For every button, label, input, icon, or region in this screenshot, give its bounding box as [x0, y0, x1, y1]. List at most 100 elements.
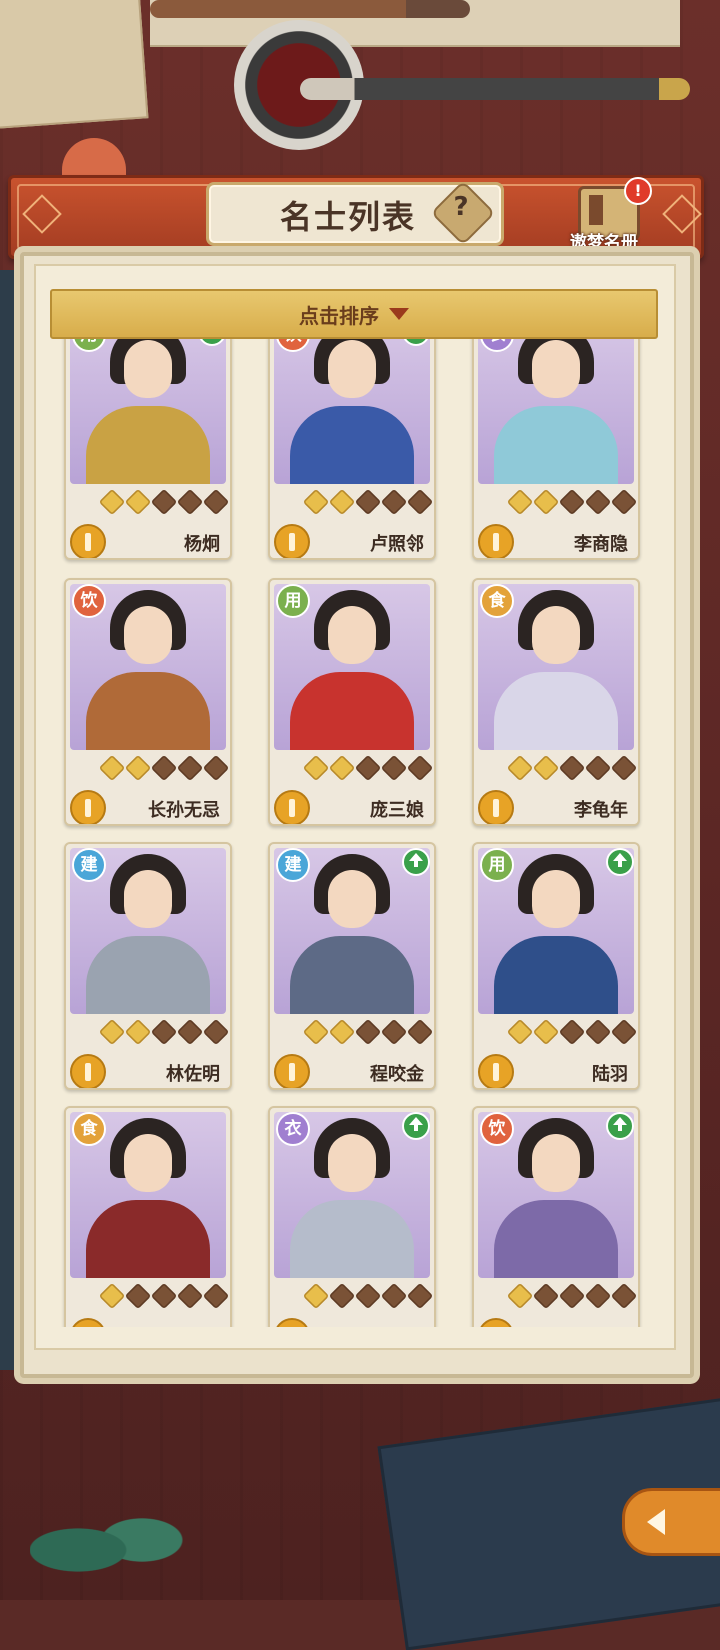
star-rating: [302, 488, 434, 516]
character-card[interactable]: 建林佐明: [64, 842, 232, 1090]
upgrade-arrow-icon: [606, 848, 634, 876]
star-empty-icon: [124, 1282, 152, 1310]
level-icon: [478, 790, 514, 824]
outfit-shape: [86, 672, 210, 750]
star-rating: [98, 488, 230, 516]
character-name: 庞三娘: [370, 800, 424, 821]
star-empty-icon: [176, 1282, 204, 1310]
outfit-shape: [494, 936, 618, 1014]
star-empty-icon: [202, 1018, 230, 1046]
star-filled-icon: [506, 1018, 534, 1046]
triangle-down-icon: [389, 308, 409, 320]
face-shape: [124, 1134, 172, 1192]
star-filled-icon: [302, 1282, 330, 1310]
face-shape: [124, 606, 172, 664]
star-empty-icon: [532, 1282, 560, 1310]
star-empty-icon: [610, 1282, 638, 1310]
star-rating: [98, 1018, 230, 1046]
upgrade-arrow-icon: [402, 1112, 430, 1140]
character-card[interactable]: 用陆羽: [472, 842, 640, 1090]
outfit-shape: [494, 672, 618, 750]
outfit-shape: [290, 406, 414, 484]
category-badge: 饮: [72, 584, 106, 618]
character-card[interactable]: 食李龟年: [472, 578, 640, 826]
character-card[interactable]: 用庞三娘: [268, 578, 436, 826]
star-filled-icon: [532, 754, 560, 782]
level-icon: [478, 524, 514, 558]
star-empty-icon: [406, 1282, 434, 1310]
star-rating: [98, 1282, 230, 1310]
question-icon[interactable]: ?: [449, 192, 473, 230]
star-empty-icon: [354, 488, 382, 516]
book-decoration: [0, 270, 20, 1370]
star-empty-icon: [558, 1282, 586, 1310]
sort-label: 点击排序: [299, 303, 379, 328]
character-name: 卢照邻: [370, 534, 424, 555]
level-icon: [70, 1054, 106, 1088]
star-filled-icon: [506, 754, 534, 782]
level-icon: [274, 790, 310, 824]
character-name: 长孙无忌: [148, 800, 220, 821]
category-badge: 食: [72, 1112, 106, 1146]
character-card[interactable]: 食: [64, 1106, 232, 1327]
star-empty-icon: [150, 1282, 178, 1310]
outfit-shape: [86, 936, 210, 1014]
face-shape: [532, 340, 580, 398]
face-shape: [124, 340, 172, 398]
star-empty-icon: [202, 1282, 230, 1310]
level-icon: [70, 790, 106, 824]
star-empty-icon: [150, 754, 178, 782]
star-empty-icon: [584, 1282, 612, 1310]
star-filled-icon: [124, 488, 152, 516]
star-empty-icon: [176, 754, 204, 782]
character-card[interactable]: 饮卢照邻: [268, 336, 436, 560]
star-filled-icon: [532, 1018, 560, 1046]
star-empty-icon: [380, 1018, 408, 1046]
face-shape: [328, 606, 376, 664]
brush-decoration: [150, 0, 470, 18]
category-badge: 食: [480, 584, 514, 618]
star-empty-icon: [176, 488, 204, 516]
star-filled-icon: [124, 754, 152, 782]
character-card[interactable]: 饮长孙无忌: [64, 578, 232, 826]
level-icon: [478, 1054, 514, 1088]
star-filled-icon: [328, 488, 356, 516]
category-badge: 建: [72, 848, 106, 882]
roster-book-label[interactable]: 遨梦名册: [570, 228, 638, 253]
star-empty-icon: [558, 488, 586, 516]
character-card[interactable]: 用杨炯: [64, 336, 232, 560]
level-icon: [274, 1054, 310, 1088]
star-rating: [506, 1282, 638, 1310]
star-rating: [98, 754, 230, 782]
star-empty-icon: [202, 488, 230, 516]
sort-button[interactable]: 点击排序: [50, 289, 658, 339]
star-empty-icon: [176, 1018, 204, 1046]
brush-decoration: [300, 78, 690, 100]
character-name: 林佐明: [166, 1064, 220, 1085]
star-empty-icon: [354, 1018, 382, 1046]
category-badge: 用: [480, 848, 514, 882]
star-empty-icon: [610, 754, 638, 782]
category-badge: 用: [276, 584, 310, 618]
star-empty-icon: [380, 754, 408, 782]
character-card[interactable]: 衣李商隐: [472, 336, 640, 560]
star-empty-icon: [584, 488, 612, 516]
star-empty-icon: [380, 1282, 408, 1310]
character-card[interactable]: 建程咬金: [268, 842, 436, 1090]
star-filled-icon: [124, 1018, 152, 1046]
upgrade-arrow-icon: [606, 1112, 634, 1140]
star-empty-icon: [380, 488, 408, 516]
return-button[interactable]: [622, 1488, 720, 1556]
star-filled-icon: [302, 754, 330, 782]
star-empty-icon: [202, 754, 230, 782]
category-badge: 衣: [276, 1112, 310, 1146]
star-filled-icon: [98, 488, 126, 516]
category-badge: 饮: [480, 1112, 514, 1146]
star-rating: [302, 1018, 434, 1046]
outfit-shape: [494, 1200, 618, 1278]
character-card[interactable]: 衣: [268, 1106, 436, 1327]
character-name: 程咬金: [370, 1064, 424, 1085]
character-card[interactable]: 饮: [472, 1106, 640, 1327]
star-empty-icon: [610, 1018, 638, 1046]
star-empty-icon: [584, 754, 612, 782]
